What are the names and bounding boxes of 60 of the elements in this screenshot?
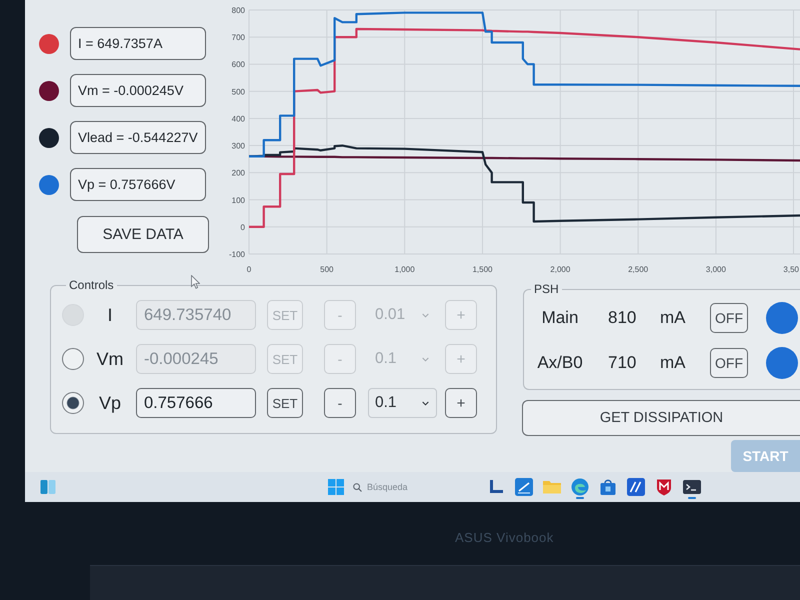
status-light-icon <box>766 347 798 379</box>
shield-icon[interactable] <box>655 478 673 496</box>
step-dropdown[interactable]: 0.1 <box>368 388 437 418</box>
axis-tick-label: 500 <box>232 87 245 96</box>
dissipation-button[interactable]: GET DISSIPATION <box>522 400 800 436</box>
search-field[interactable]: Búsqueda <box>367 479 427 495</box>
value-display: Vm = -0.000245V <box>70 74 206 107</box>
current-value: 810 <box>608 308 638 328</box>
search-icon <box>353 482 362 492</box>
increment-button[interactable]: + <box>445 388 477 418</box>
pen-tile-icon[interactable] <box>515 478 533 496</box>
chevron-down-icon <box>422 400 429 406</box>
axis-tick-label: 1,500 <box>472 265 492 274</box>
bracket-icon[interactable] <box>487 478 505 496</box>
shopping-bag-icon[interactable] <box>599 478 617 496</box>
axis-tick-label: 0 <box>240 222 245 232</box>
chevron-down-icon <box>422 312 429 318</box>
value-display: Vlead = -0.544227V <box>70 121 206 154</box>
value-display: Vp = 0.757666V <box>70 168 206 201</box>
axis-tick-label: 100 <box>232 196 245 205</box>
bezel-label: ASUS Vivobook <box>455 530 554 545</box>
channel-name: Ax/B0 <box>536 353 584 373</box>
browser-icon[interactable] <box>571 478 589 496</box>
current-value: 710 <box>608 353 638 373</box>
radio-button[interactable] <box>62 392 84 414</box>
axis-tick-label: 700 <box>232 33 245 42</box>
value-display: I = 649.7357A <box>70 27 206 60</box>
axis-tick-label: 0 <box>246 265 252 274</box>
axis-tick-label: 600 <box>232 60 245 70</box>
axis-tick-label: 400 <box>232 114 245 124</box>
toggle-button[interactable]: OFF <box>710 348 748 378</box>
save-button[interactable]: SAVE DATA <box>77 216 209 253</box>
panel-title: PSH <box>533 282 560 296</box>
value-input[interactable]: 0.757666 <box>136 388 256 418</box>
status-light-icon <box>766 302 798 334</box>
panel-title: Controls <box>68 278 115 292</box>
axis-tick-label: -100 <box>228 250 245 259</box>
axis-tick-label: 2,500 <box>628 265 648 274</box>
slash-tile-icon[interactable] <box>627 478 645 496</box>
widgets-icon[interactable] <box>40 479 56 495</box>
row-label: Vp <box>98 392 122 414</box>
row-label: I <box>106 304 114 326</box>
axis-tick-label: 300 <box>232 142 245 151</box>
axis-tick-label: 2,000 <box>550 265 570 274</box>
terminal-icon[interactable] <box>683 478 701 496</box>
unit-label: mA <box>660 308 686 328</box>
axis-tick-label: 800 <box>232 6 245 15</box>
set-button[interactable]: SET <box>267 388 303 418</box>
chevron-down-icon <box>422 356 429 362</box>
unit-label: mA <box>660 353 686 373</box>
toggle-button[interactable]: OFF <box>710 303 748 333</box>
axis-tick-label: 1,000 <box>394 265 415 274</box>
axis-tick-label: 200 <box>232 168 245 178</box>
channel-name: Main <box>540 308 580 328</box>
axis-tick-label: 3,000 <box>706 265 726 274</box>
decrement-button[interactable]: - <box>324 388 356 418</box>
axis-tick-label: 3,50 <box>783 265 799 274</box>
axis-tick-label: 500 <box>320 265 334 274</box>
row-label: Vm <box>96 348 124 370</box>
grid-logo-icon[interactable] <box>328 479 344 495</box>
